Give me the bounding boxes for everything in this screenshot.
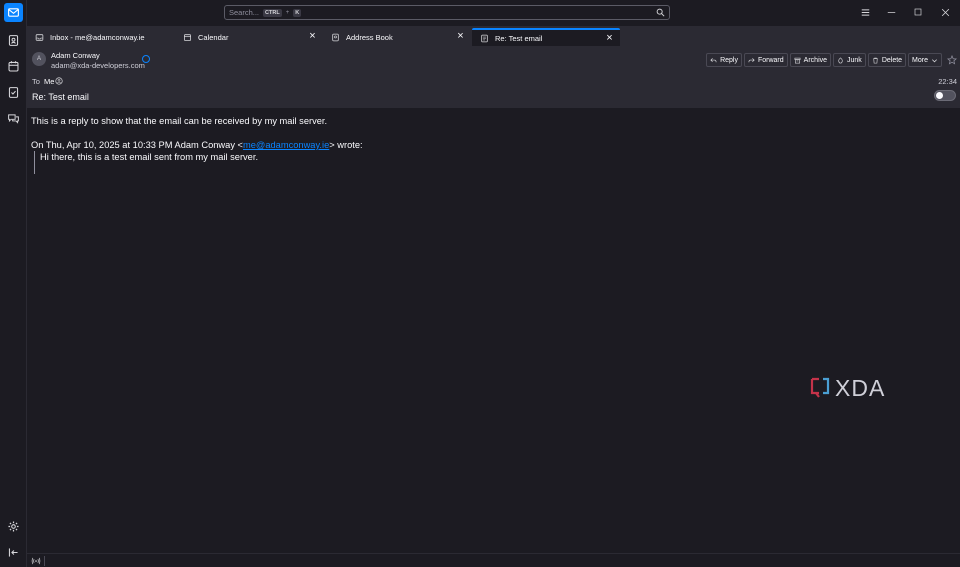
close-icon (941, 8, 949, 16)
spaces-toolbar (0, 0, 27, 567)
maximize-icon (914, 8, 922, 16)
app-menu-button[interactable] (859, 6, 871, 18)
calendar-icon (8, 61, 19, 72)
more-label: More (912, 56, 928, 64)
delete-button[interactable]: Delete (867, 53, 907, 67)
forward-button[interactable]: Forward (743, 53, 788, 67)
archive-label: Archive (803, 56, 828, 64)
quoted-message: Hi there, this is a test email sent from… (34, 151, 258, 174)
search-placeholder: Search... (229, 8, 260, 17)
settings-space-button[interactable] (4, 517, 23, 536)
quote-attribution: On Thu, Apr 10, 2025 at 10:33 PM Adam Co… (31, 139, 363, 151)
forward-label: Forward (757, 56, 784, 64)
tab-address-book[interactable]: Address Book × (323, 28, 471, 46)
message-subject: Re: Test email (32, 92, 89, 102)
to-label: To (32, 77, 40, 86)
delete-label: Delete (881, 56, 903, 64)
contact-status-icon[interactable] (142, 55, 150, 63)
search-icon[interactable] (656, 8, 665, 17)
title-bar: Search... CTRL + K (27, 0, 960, 26)
xda-wordmark: XDA (835, 376, 885, 400)
address-book-space-button[interactable] (4, 31, 23, 50)
reply-label: Reply (720, 56, 738, 64)
junk-button[interactable]: Junk (833, 53, 866, 67)
close-window-button[interactable] (939, 6, 951, 18)
gear-icon (8, 521, 19, 532)
tasks-icon (8, 87, 19, 98)
reply-button[interactable]: Reply (706, 53, 742, 67)
status-bar (27, 553, 960, 567)
tab-label: Calendar (198, 32, 229, 42)
contact-icon[interactable] (55, 77, 63, 85)
collapse-spaces-button[interactable] (4, 543, 23, 562)
message-time: 22:34 (938, 77, 957, 86)
inbox-icon (35, 33, 44, 41)
message-header: A Adam Conway adam@xda-developers.com Re… (27, 46, 960, 108)
email-link[interactable]: me@adamconway.ie (243, 140, 329, 150)
reply-icon (710, 57, 717, 62)
tab-label: Re: Test email (495, 33, 543, 43)
shortcut-key: K (293, 8, 302, 17)
tab-inbox[interactable]: Inbox - me@adamconway.ie (27, 28, 175, 46)
shortcut-plus: + (285, 9, 290, 16)
remote-content-toggle[interactable] (934, 90, 956, 101)
junk-icon (838, 56, 843, 63)
calendar-space-button[interactable] (4, 57, 23, 76)
minimize-icon (887, 11, 895, 13)
search-input[interactable]: Search... CTRL + K (224, 5, 670, 20)
tab-bar: Inbox - me@adamconway.ie Calendar × Addr… (27, 26, 960, 46)
attribution-prefix: On Thu, Apr 10, 2025 at 10:33 PM Adam Co… (31, 140, 243, 150)
xda-logo: XDA (810, 376, 885, 400)
chevron-down-icon (932, 58, 937, 62)
close-tab-button[interactable]: × (308, 31, 317, 42)
more-button[interactable]: More (908, 53, 942, 67)
close-tab-button[interactable]: × (456, 31, 465, 42)
sender-email[interactable]: adam@xda-developers.com (51, 61, 145, 70)
message-actions: Reply Forward Archive Junk Delete More (706, 53, 957, 67)
attribution-suffix: > wrote: (329, 140, 363, 150)
minimize-button[interactable] (885, 6, 897, 18)
address-book-icon (332, 33, 339, 41)
calendar-icon (184, 33, 191, 41)
status-divider (44, 556, 45, 566)
sender-name[interactable]: Adam Conway (51, 51, 100, 60)
quoted-text: Hi there, this is a test email sent from… (40, 152, 259, 162)
close-tab-button[interactable]: × (605, 33, 614, 44)
tab-label: Inbox - me@adamconway.ie (50, 32, 145, 42)
avatar: A (32, 52, 46, 66)
hamburger-icon (861, 8, 869, 16)
tab-message[interactable]: Re: Test email × (472, 28, 620, 46)
reply-text: This is a reply to show that the email c… (31, 116, 328, 126)
junk-label: Junk (847, 56, 862, 64)
toggle-knob (936, 92, 943, 99)
message-icon (481, 34, 488, 42)
tasks-space-button[interactable] (4, 83, 23, 102)
archive-button[interactable]: Archive (789, 53, 832, 67)
maximize-button[interactable] (912, 6, 924, 18)
mail-icon (8, 8, 19, 17)
shortcut-ctrl: CTRL (263, 8, 282, 17)
tab-calendar[interactable]: Calendar × (175, 28, 323, 46)
archive-icon (794, 57, 801, 63)
collapse-icon (8, 548, 18, 557)
chat-space-button[interactable] (4, 109, 23, 128)
star-icon[interactable] (947, 55, 957, 65)
address-book-icon (8, 35, 19, 46)
forward-icon (748, 57, 755, 62)
trash-icon (872, 57, 878, 63)
tab-label: Address Book (346, 32, 393, 42)
recipient[interactable]: Me (44, 77, 54, 86)
chat-icon (8, 114, 19, 124)
message-body: This is a reply to show that the email c… (27, 108, 960, 553)
mail-space-button[interactable] (4, 3, 23, 22)
online-status-icon[interactable] (31, 556, 41, 566)
